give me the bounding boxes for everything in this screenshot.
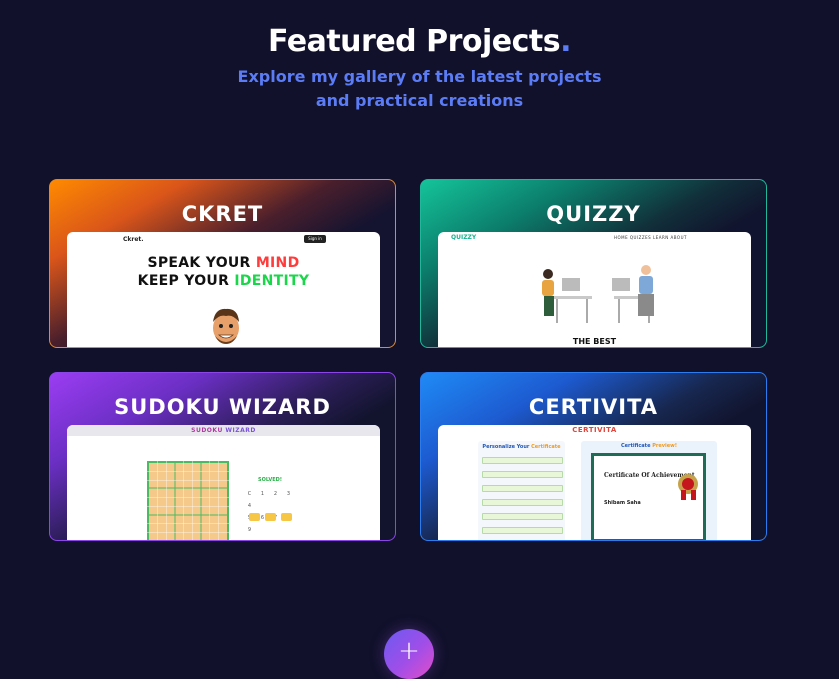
preview-field <box>482 513 563 520</box>
preview-field <box>482 499 563 506</box>
preview-field <box>482 485 563 492</box>
preview-topbar: CERTIVITA <box>438 425 751 435</box>
preview-field <box>482 471 563 478</box>
number-pad: C1234 56789 <box>247 491 291 533</box>
preview-app-title: SUDOKU WIZARD <box>191 427 256 434</box>
project-title: SUDOKU WIZARD <box>114 395 331 419</box>
preview-signin-button: Sign in <box>304 235 326 243</box>
ribbon-icon <box>681 490 686 500</box>
preview-topbar: SUDOKU WIZARD <box>67 425 380 436</box>
preview-underline <box>568 347 648 348</box>
preview-certificate-title: Certificate Preview! <box>621 443 677 449</box>
ribbon-icon <box>691 490 696 500</box>
project-screenshot: Ckret. Sign in SPEAK YOUR MIND KEEP YOUR… <box>67 232 380 347</box>
preview-field <box>482 527 563 534</box>
status-solved: SOLVED! <box>258 477 283 483</box>
project-card-sudoku-wizard[interactable]: SUDOKU WIZARD SUDOKU WIZARD SOLVED! C 1 … <box>49 372 396 541</box>
project-screenshot: SUDOKU WIZARD SOLVED! C1234 56789 <box>67 425 380 540</box>
preview-app-title: CERTIVITA <box>572 426 617 434</box>
cartoon-character-icon <box>213 308 239 344</box>
project-title: QUIZZY <box>546 202 641 226</box>
page-subtitle: Explore my gallery of the latest project… <box>237 67 602 110</box>
play-icon <box>249 513 260 521</box>
preview-field <box>482 457 563 464</box>
add-project-button[interactable]: + <box>384 629 434 679</box>
preview-tagline: THE BEST <box>572 337 617 346</box>
people-at-desks-illustration <box>542 265 654 323</box>
sudoku-grid <box>147 461 229 540</box>
project-card-ckret[interactable]: CKRET Ckret. Sign in SPEAK YOUR MIND KEE… <box>49 179 396 348</box>
preview-certificate-panel: Certificate Preview! Certificate Of Achi… <box>581 441 717 540</box>
project-card-quizzy[interactable]: QUIZZY QUIZZY HOME QUIZZES LEARN ABOUT T… <box>420 179 767 348</box>
certificate-paper: Certificate Of Achievement Shibam Saha <box>591 453 706 540</box>
preview-logo: QUIZZY <box>451 234 477 241</box>
project-screenshot: CERTIVITA Personalize Your Certificate C… <box>438 425 751 540</box>
preview-nav-links: HOME QUIZZES LEARN ABOUT <box>614 235 687 240</box>
preview-headline-1: SPEAK YOUR MIND <box>147 255 300 271</box>
preview-nav: QUIZZY HOME QUIZZES LEARN ABOUT <box>438 232 751 242</box>
page-title: Featured Projects. <box>267 24 572 59</box>
certificate-recipient: Shibam Saha <box>604 500 641 506</box>
project-screenshot: QUIZZY HOME QUIZZES LEARN ABOUT THE BEST <box>438 232 751 348</box>
shuffle-icon <box>281 513 292 521</box>
project-title: CKRET <box>181 202 264 226</box>
preview-headline-2: KEEP YOUR IDENTITY <box>137 273 310 289</box>
project-card-certivita[interactable]: CERTIVITA CERTIVITA Personalize Your Cer… <box>420 372 767 541</box>
preview-form-title: Personalize Your Certificate <box>482 444 561 450</box>
refresh-icon <box>265 513 276 521</box>
preview-nav: Ckret. Sign in <box>67 235 380 245</box>
preview-form-panel: Personalize Your Certificate <box>478 441 565 540</box>
section-heading: Featured Projects. Explore my gallery of… <box>0 24 839 113</box>
preview-logo: Ckret. <box>123 236 144 243</box>
project-title: CERTIVITA <box>528 395 659 419</box>
